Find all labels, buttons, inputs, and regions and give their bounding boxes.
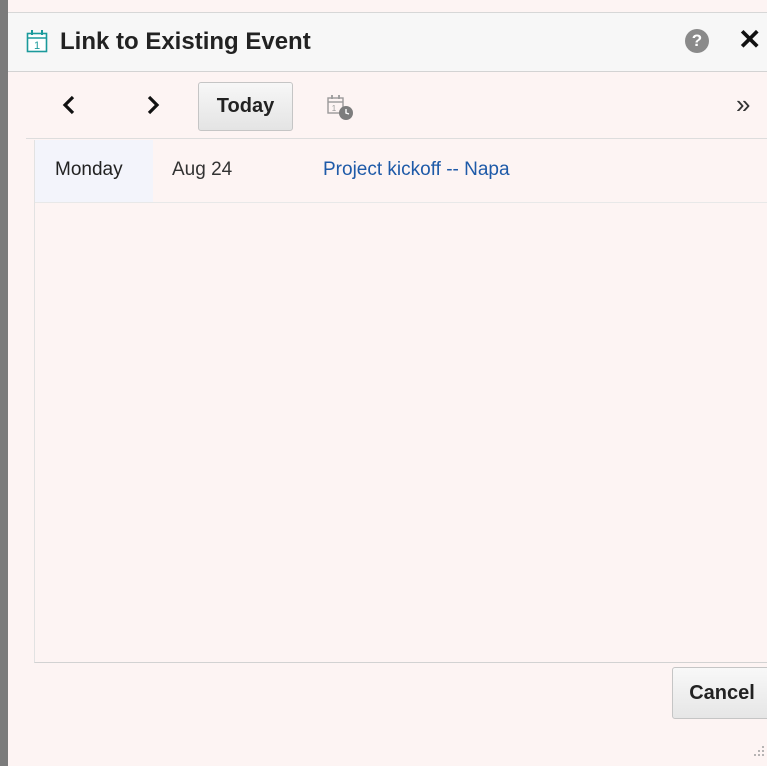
close-icon[interactable]: ✕ [738, 26, 761, 54]
calendar-clock-icon[interactable]: 1 [326, 94, 356, 122]
help-icon[interactable]: ? [685, 29, 709, 53]
calendar-icon: 1 [26, 30, 48, 53]
cancel-button[interactable]: Cancel [672, 667, 767, 719]
today-button[interactable]: Today [198, 82, 293, 131]
chevron-right-icon[interactable] [140, 92, 166, 118]
dialog-title: Link to Existing Event [60, 28, 311, 55]
double-chevron-right-icon[interactable]: » [736, 91, 750, 117]
event-date: Aug 24 [172, 159, 233, 180]
calendar-toolbar: Today 1 » [26, 73, 767, 139]
event-row[interactable]: Monday Aug 24 Project kickoff -- Napa [35, 140, 767, 203]
svg-text:1: 1 [34, 40, 40, 52]
resize-grip-icon[interactable] [753, 745, 765, 757]
dialog-title-bar: 1 Link to Existing Event ? ✕ [8, 12, 767, 72]
event-list: Monday Aug 24 Project kickoff -- Napa [34, 140, 767, 663]
svg-text:1: 1 [332, 104, 337, 113]
event-day: Monday [55, 159, 123, 180]
chevron-left-icon[interactable] [56, 92, 82, 118]
event-day-cell: Monday [35, 140, 153, 202]
event-title-link[interactable]: Project kickoff -- Napa [323, 159, 510, 181]
link-event-dialog: 1 Link to Existing Event ? ✕ Today 1 » M… [0, 0, 767, 766]
